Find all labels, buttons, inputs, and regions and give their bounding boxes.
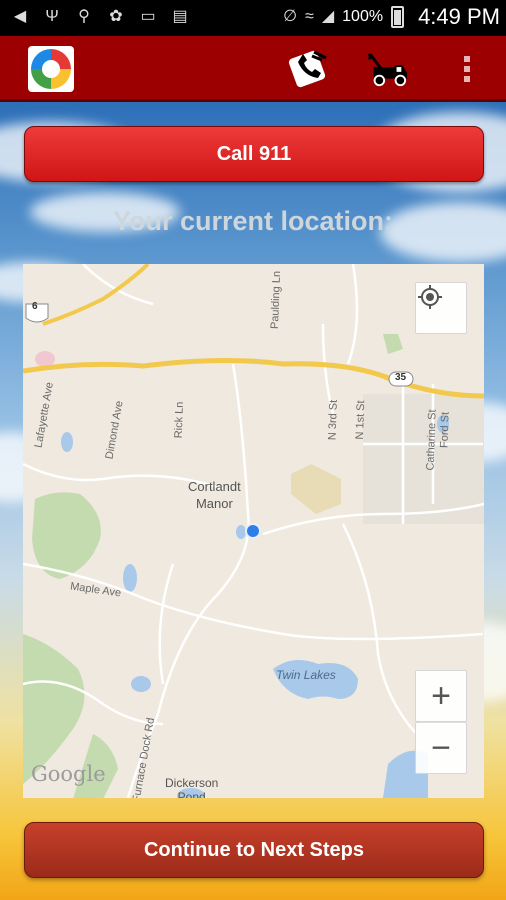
map-label-n3rd: N 3rd St <box>326 399 340 441</box>
battery-percent: 100% <box>342 8 384 25</box>
clock: 4:49 PM <box>418 4 500 29</box>
map-label-dickerson: Dickerson Pond <box>165 776 219 798</box>
zoom-in-button[interactable]: + <box>415 670 467 722</box>
battery-status-icon: ▭ <box>140 8 156 25</box>
notification-icon: ◀ <box>13 8 27 25</box>
continue-next-steps-button[interactable]: Continue to Next Steps <box>24 822 484 878</box>
map-label-ford: Ford St <box>438 411 452 449</box>
tow-truck-icon[interactable] <box>366 48 408 90</box>
crosshair-icon <box>418 285 442 309</box>
app-bar <box>0 36 506 102</box>
call-911-button[interactable]: Call 911 <box>24 126 484 182</box>
overflow-menu-icon[interactable] <box>446 48 488 90</box>
route-6-shield: 6 <box>32 301 38 312</box>
status-bar: ◀ Ψ ⚲ ✿ ▭ ▤ ∅ ≈ ◢ 100% 4:49 PM <box>0 0 506 36</box>
usb-icon: Ψ <box>45 8 59 25</box>
my-location-button[interactable] <box>415 282 467 334</box>
mute-icon: ∅ <box>283 8 298 25</box>
map-label-town: Cortlandt Manor <box>188 479 241 511</box>
status-right-icons: ∅ ≈ ◢ 100% 4:49 PM <box>283 4 500 30</box>
current-location-heading: Your current location: <box>112 206 394 236</box>
battery-icon <box>391 6 405 28</box>
current-location-marker <box>245 523 261 539</box>
signal-icon: ◢ <box>321 8 335 25</box>
map-label-catharine: Catharine St <box>424 409 439 471</box>
phone-call-icon[interactable] <box>288 48 330 90</box>
route-35-shield: 35 <box>395 372 407 383</box>
wifi-icon: ≈ <box>305 8 314 25</box>
twitter-icon: ✿ <box>109 8 123 25</box>
google-attribution: Google <box>31 762 106 786</box>
screenshot-icon: ▤ <box>172 8 188 25</box>
map-label-rick: Rick Ln <box>172 401 186 439</box>
status-left-icons: ◀ Ψ ⚲ ✿ ▭ ▤ <box>10 6 190 28</box>
location-map[interactable]: 6 35 Cortlandt Manor Twin Lakes Maple Av… <box>23 264 484 798</box>
lifebuoy-logo-icon[interactable] <box>28 46 74 92</box>
zoom-out-button[interactable]: − <box>415 722 467 774</box>
map-label-paulding: Paulding Ln <box>269 270 284 330</box>
location-icon: ⚲ <box>78 8 90 25</box>
map-label-n1st: N 1st St <box>353 400 368 440</box>
map-label-lake: Twin Lakes <box>276 668 336 682</box>
